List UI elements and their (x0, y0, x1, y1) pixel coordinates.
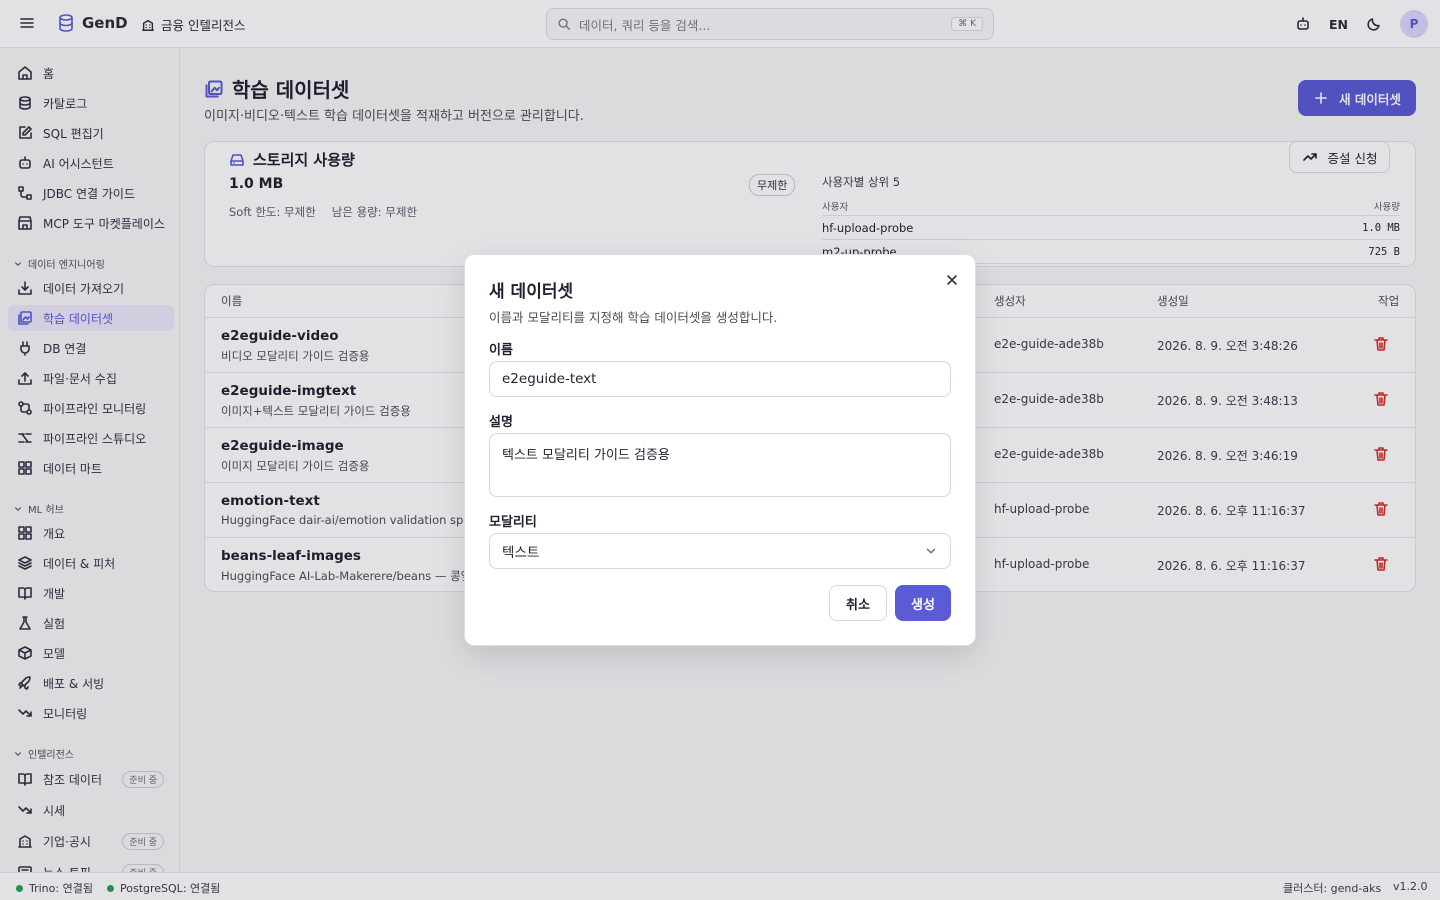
name-label: 이름 (489, 343, 513, 358)
close-icon[interactable] (944, 272, 960, 288)
create-button[interactable]: 생성 (895, 585, 951, 621)
dialog-title: 새 데이터셋 (489, 282, 574, 302)
description-field[interactable]: 텍스트 모달리티 가이드 검증용 (489, 433, 951, 497)
chevron-down-icon (926, 548, 936, 554)
modality-label: 모달리티 (489, 515, 537, 530)
new-dataset-dialog: 새 데이터셋 이름과 모달리티를 지정해 학습 데이터셋을 생성합니다. 이름 … (464, 254, 976, 646)
modality-select[interactable]: 텍스트 (489, 533, 951, 569)
name-field[interactable] (489, 361, 951, 397)
cancel-button[interactable]: 취소 (829, 585, 887, 621)
description-label: 설명 (489, 415, 513, 430)
modality-selected-value: 텍스트 (502, 545, 540, 561)
dialog-description: 이름과 모달리티를 지정해 학습 데이터셋을 생성합니다. (489, 310, 778, 325)
